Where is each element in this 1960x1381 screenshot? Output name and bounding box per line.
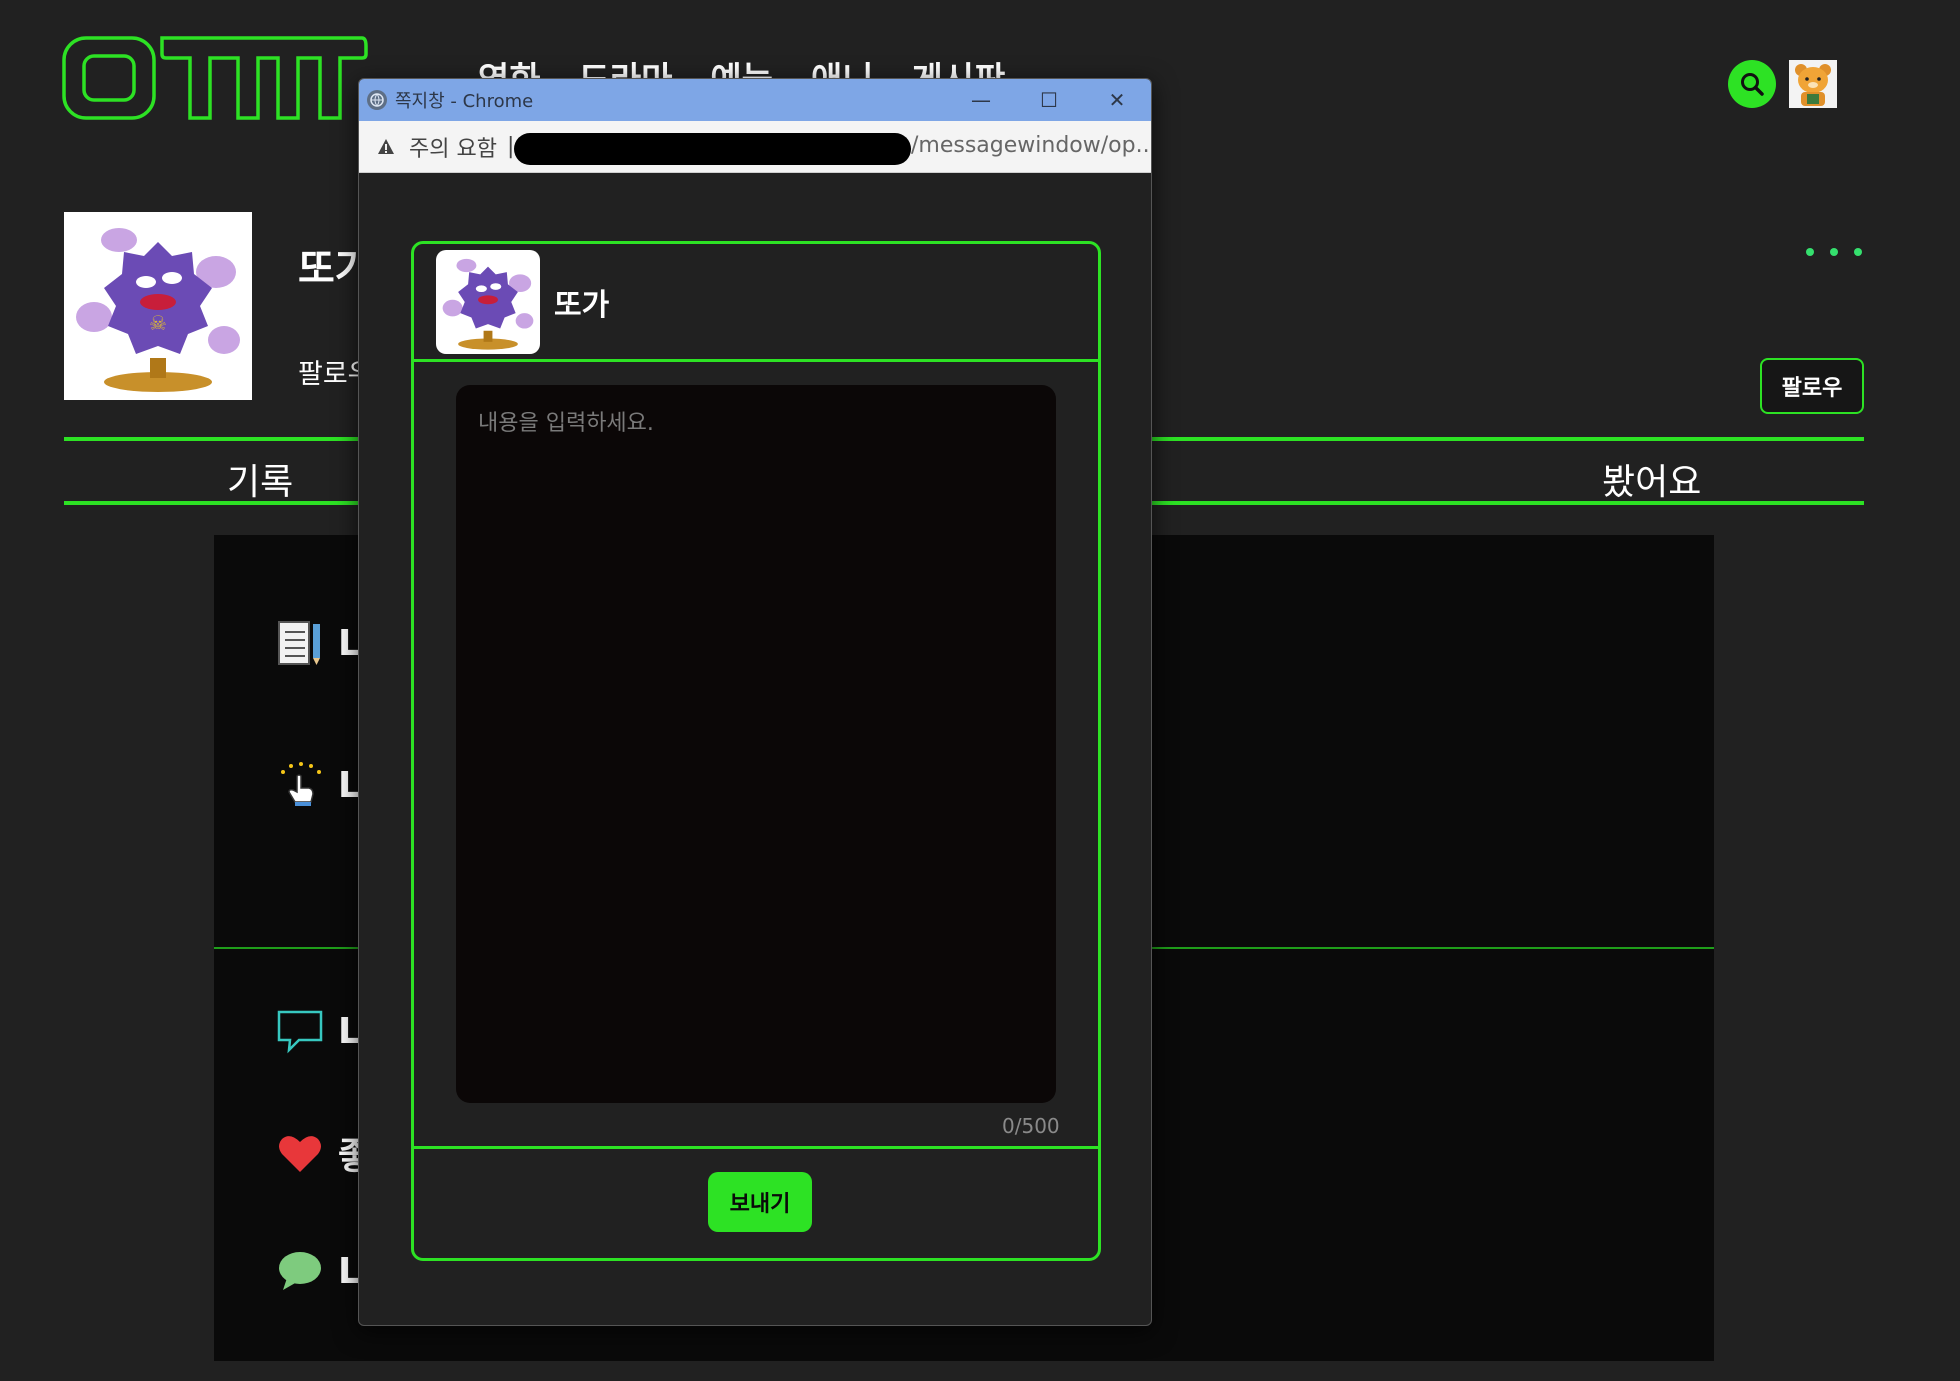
svg-text:☠: ☠: [149, 311, 167, 335]
more-dot-icon: [1830, 248, 1838, 256]
message-compose-box: 또가 0/500 보내기: [411, 241, 1101, 1261]
hand-pointer-sparkle-icon: [276, 761, 324, 809]
footer-divider: [414, 1146, 1098, 1149]
purple-monster-icon: [442, 258, 534, 350]
popup-titlebar[interactable]: 쪽지창 - Chrome — ☐ ✕: [359, 79, 1151, 121]
window-controls: — ☐ ✕: [947, 79, 1151, 121]
address-bar[interactable]: 주의 요함 | /messagewindow/op...: [359, 121, 1151, 173]
heart-icon: [276, 1129, 324, 1177]
more-options-button[interactable]: [1806, 248, 1862, 256]
bear-avatar-icon: [1795, 64, 1831, 106]
chat-outline-icon: [276, 1007, 324, 1055]
popup-title: 쪽지창 - Chrome: [395, 91, 534, 112]
tab-records[interactable]: 기록: [227, 453, 293, 505]
maximize-button[interactable]: ☐: [1015, 79, 1083, 121]
more-dot-icon: [1854, 248, 1862, 256]
list-item[interactable]: L: [276, 619, 361, 667]
search-icon: [1741, 73, 1764, 96]
recipient-name: 또가: [554, 287, 610, 323]
message-header: 또가: [414, 244, 1098, 362]
follow-button[interactable]: 팔로우: [1760, 358, 1864, 414]
recipient-avatar: [436, 249, 540, 354]
tab-watched[interactable]: 봤어요: [1602, 453, 1701, 505]
search-button[interactable]: [1728, 60, 1776, 108]
message-input[interactable]: [456, 385, 1056, 1103]
globe-icon: [367, 90, 387, 110]
send-button[interactable]: 보내기: [708, 1172, 812, 1232]
message-popup-window: 쪽지창 - Chrome — ☐ ✕ 주의 요함 | /messagewindo…: [358, 78, 1152, 1326]
speech-bubble-icon: [276, 1247, 324, 1295]
security-warning-label[interactable]: 주의 요함: [409, 131, 497, 163]
list-item[interactable]: L: [276, 1007, 361, 1055]
character-counter: 0/500: [1002, 1114, 1060, 1138]
list-item[interactable]: 좋: [276, 1127, 371, 1179]
redacted-url: [514, 133, 911, 165]
purple-monster-icon: ☠: [76, 228, 240, 392]
profile-image: ☠: [64, 212, 252, 400]
list-item[interactable]: L: [276, 761, 361, 809]
user-avatar[interactable]: [1789, 60, 1837, 108]
close-button[interactable]: ✕: [1083, 79, 1151, 121]
url-tail: /messagewindow/op...: [911, 133, 1152, 158]
list-item[interactable]: L: [276, 1247, 361, 1295]
ottt-logo[interactable]: [62, 34, 368, 122]
notebook-pencil-icon: [276, 619, 324, 667]
warning-icon: [378, 138, 394, 154]
minimize-button[interactable]: —: [947, 79, 1015, 121]
more-dot-icon: [1806, 248, 1814, 256]
